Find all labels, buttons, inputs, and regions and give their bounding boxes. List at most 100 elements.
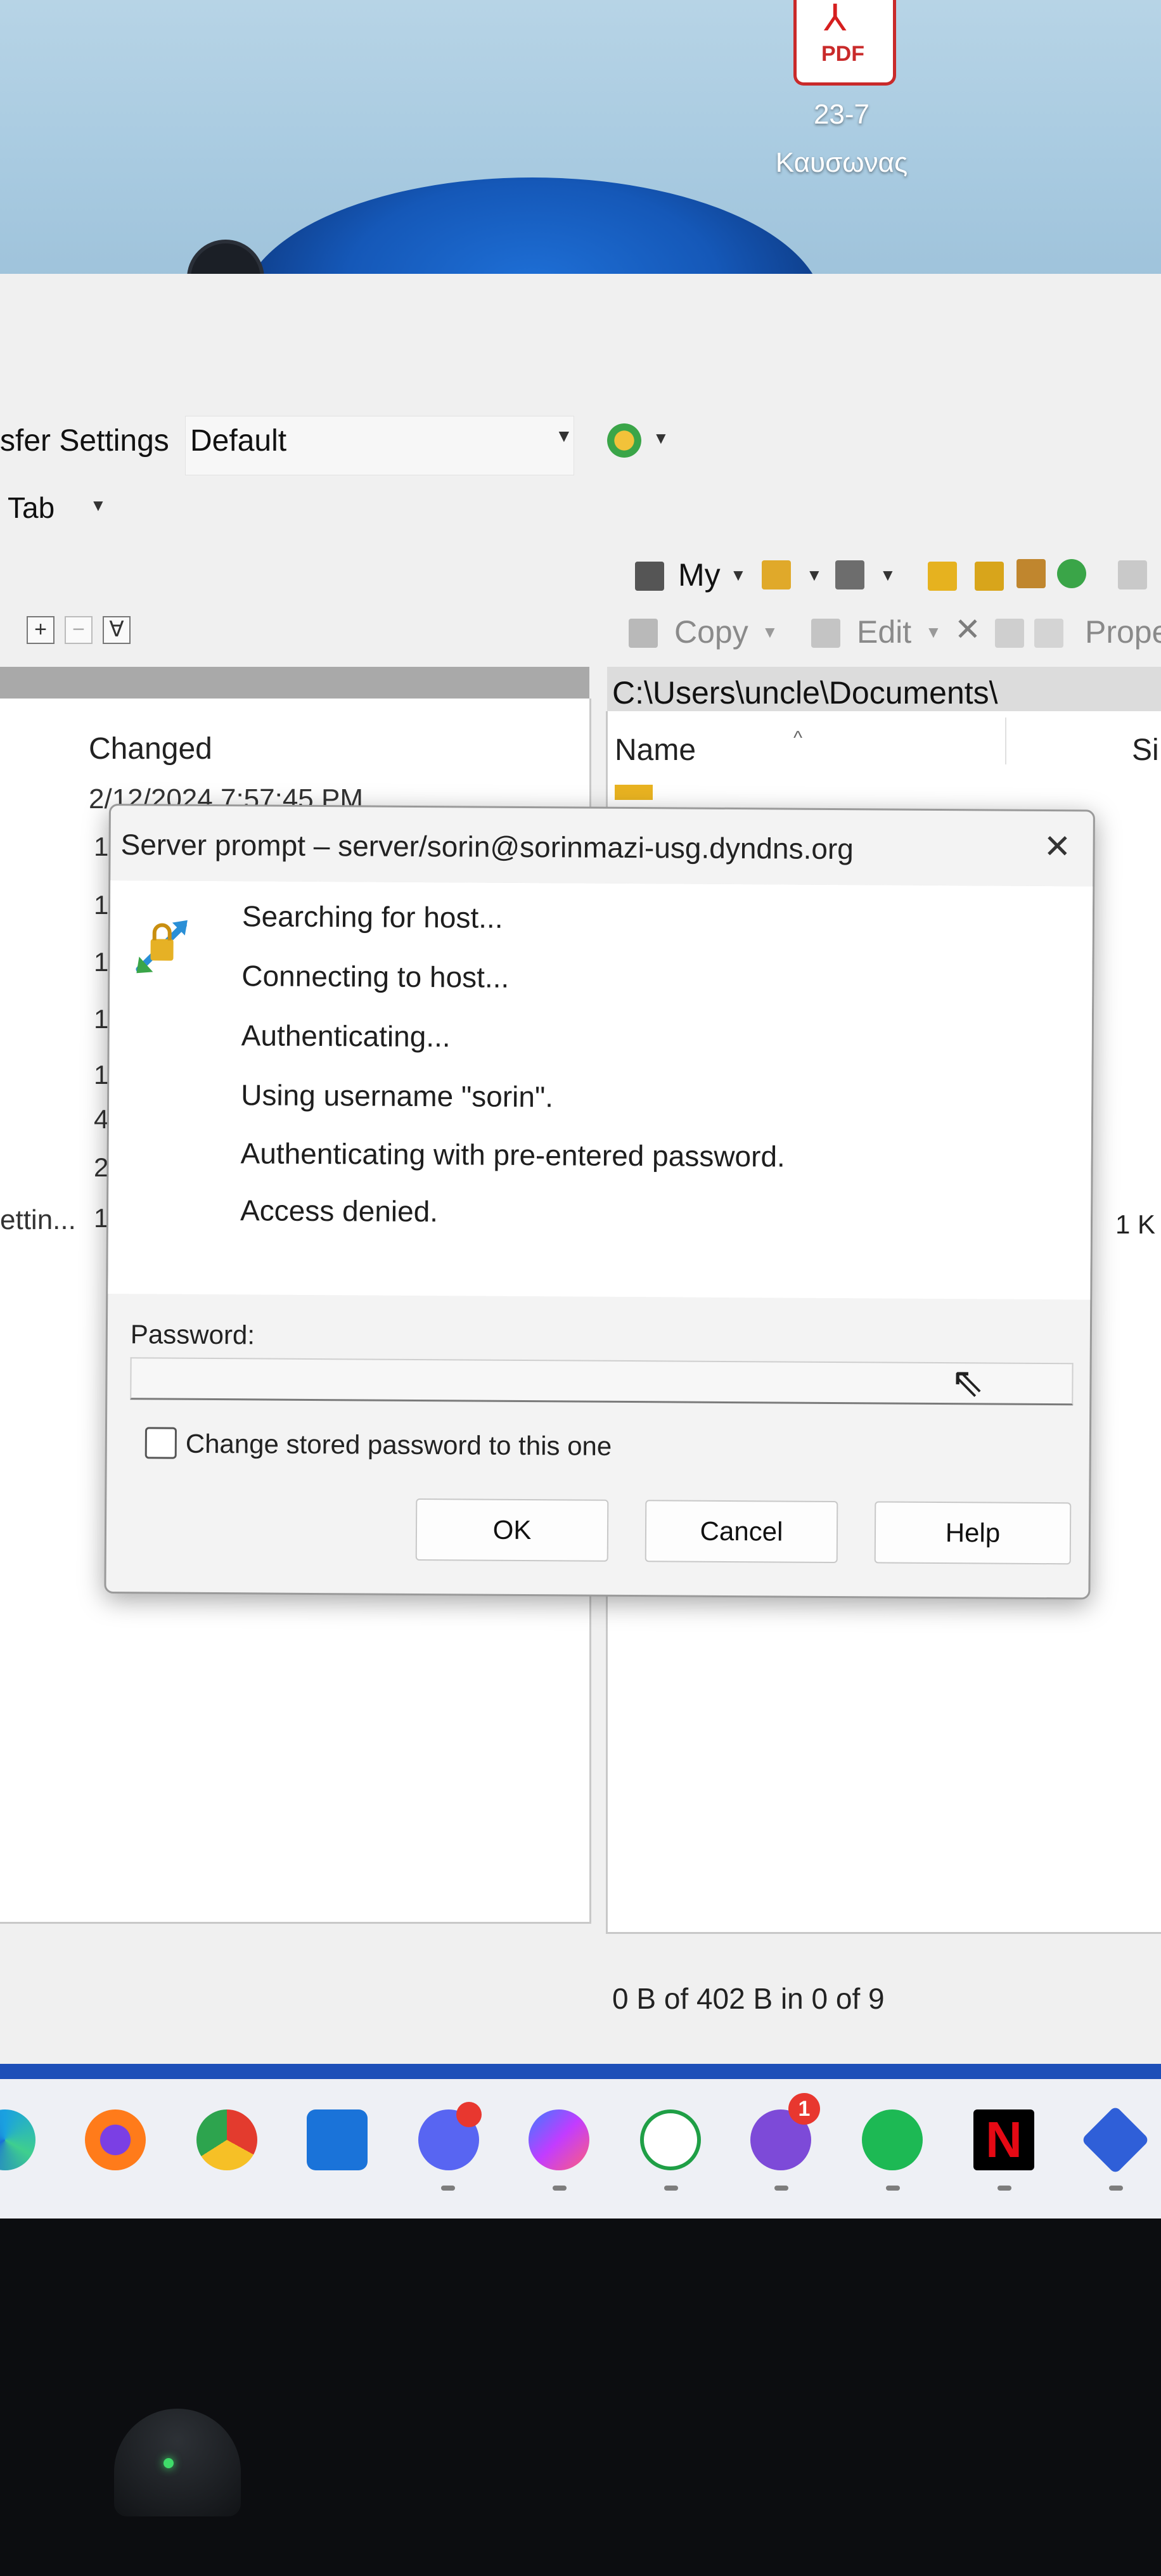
change-password-checkbox[interactable] xyxy=(144,1427,177,1459)
column-header-size[interactable]: Si xyxy=(1132,733,1159,768)
dialog-log-area: Searching for host... Connecting to host… xyxy=(108,880,1093,1300)
running-indicator xyxy=(1109,2186,1123,2191)
acrobat-icon: ⅄ xyxy=(824,0,847,39)
column-header-name[interactable]: Name xyxy=(615,733,696,768)
mouse-cursor-icon: ⇖ xyxy=(950,1359,985,1405)
messenger-icon[interactable] xyxy=(529,2109,589,2170)
log-message: Using username "sorin". xyxy=(241,1078,554,1114)
led-indicator xyxy=(164,2458,174,2468)
open-folder-icon[interactable] xyxy=(762,560,791,589)
copy-icon[interactable] xyxy=(629,619,658,648)
taskbar-border xyxy=(0,2064,1161,2079)
running-indicator xyxy=(774,2186,788,2191)
right-panel-toolbar-nav: My ▼ ▼ ▼ xyxy=(621,548,1161,605)
home-icon[interactable] xyxy=(1017,559,1046,588)
whatsapp-icon[interactable] xyxy=(640,2109,701,2170)
desktop-background: ⅄ PDF 23-7 Καυσωνας xyxy=(0,0,1161,279)
chevron-down-icon[interactable]: ▼ xyxy=(880,565,896,585)
drive-select-label[interactable]: My xyxy=(678,557,721,593)
tab-menu-label[interactable]: Tab xyxy=(8,491,55,525)
running-indicator xyxy=(553,2186,567,2191)
log-message: Searching for host... xyxy=(241,899,503,934)
close-icon[interactable]: ✕ xyxy=(1043,828,1071,866)
filter-icon[interactable]: ∀ xyxy=(103,616,131,644)
chevron-down-icon[interactable]: ▼ xyxy=(762,622,778,642)
chevron-down-icon[interactable]: ▼ xyxy=(90,496,106,515)
viber-badge: 1 xyxy=(788,2093,820,2125)
dialog-titlebar[interactable]: Server prompt – server/sorin@sorinmazi-u… xyxy=(110,806,1093,887)
list-item-date: 1 xyxy=(94,832,109,861)
running-indicator xyxy=(441,2186,455,2191)
chevron-down-icon[interactable]: ▼ xyxy=(806,565,823,585)
log-message: Authenticating with pre-entered password… xyxy=(240,1137,785,1173)
desktop-icon-caption-line2: Καυσωνας xyxy=(775,147,908,178)
connection-lock-icon xyxy=(136,920,188,974)
transfer-settings-value[interactable]: Default xyxy=(190,423,286,458)
cancel-button[interactable]: Cancel xyxy=(645,1500,838,1564)
edit-icon[interactable] xyxy=(811,619,840,648)
transfer-settings-label: sfer Settings xyxy=(0,424,169,458)
find-files-icon[interactable] xyxy=(1118,560,1147,589)
right-panel-toolbar-actions: Copy ▼ Edit ▼ ✕ Prope xyxy=(621,606,1161,663)
list-item-date: 4 xyxy=(94,1104,109,1134)
running-indicator xyxy=(997,2186,1011,2191)
log-message: Connecting to host... xyxy=(241,959,510,994)
chevron-down-icon[interactable]: ▼ xyxy=(555,426,573,446)
help-button[interactable]: Help xyxy=(874,1501,1072,1565)
list-item-size: 1 K xyxy=(1115,1209,1156,1239)
spotify-icon[interactable] xyxy=(862,2109,923,2170)
edit-button[interactable]: Edit xyxy=(857,614,911,650)
parent-folder-icon[interactable] xyxy=(615,785,653,800)
media-player-icon[interactable] xyxy=(1081,2105,1150,2175)
list-item-date: 1 xyxy=(94,947,109,977)
password-label: Password: xyxy=(130,1319,255,1350)
store-icon[interactable] xyxy=(307,2109,368,2170)
change-password-checkbox-label[interactable]: Change stored password to this one xyxy=(186,1429,612,1462)
list-item-date: 1 xyxy=(94,890,109,920)
running-indicator xyxy=(886,2186,900,2191)
chevron-down-icon[interactable]: ▼ xyxy=(730,565,747,585)
properties-button[interactable]: Prope xyxy=(1085,614,1161,650)
rename-icon[interactable] xyxy=(995,619,1024,648)
log-message: Access denied. xyxy=(240,1194,439,1228)
column-divider[interactable] xyxy=(1005,718,1006,764)
globe-icon[interactable] xyxy=(187,240,264,279)
delete-icon[interactable]: ✕ xyxy=(954,611,981,648)
list-item-date: 1 xyxy=(94,1060,109,1090)
collapse-icon[interactable]: − xyxy=(65,616,93,644)
windows-taskbar: 1 N xyxy=(0,2079,1161,2219)
log-message: Authenticating... xyxy=(241,1019,451,1053)
synchronize-icon[interactable] xyxy=(607,423,641,458)
status-bar-selection-info: 0 B of 402 B in 0 of 9 xyxy=(612,1982,885,2015)
sort-ascending-icon: ^ xyxy=(793,728,803,749)
chrome-icon[interactable] xyxy=(196,2109,257,2170)
notification-badge-icon xyxy=(456,2102,482,2127)
wallpaper-swirl xyxy=(241,177,824,279)
column-header-changed[interactable]: Changed xyxy=(89,731,212,766)
password-field[interactable] xyxy=(130,1357,1074,1406)
chevron-down-icon[interactable]: ▼ xyxy=(925,622,942,642)
list-item-name[interactable]: ettin... xyxy=(0,1204,76,1236)
desktop-icon-caption-line1: 23-7 xyxy=(813,99,870,130)
root-folder-icon[interactable] xyxy=(975,562,1004,591)
drive-icon[interactable] xyxy=(635,562,664,591)
list-item-date: 1 xyxy=(94,1004,109,1034)
edge-icon[interactable] xyxy=(0,2109,35,2170)
expand-icon[interactable]: + xyxy=(27,616,55,644)
monitor-bezel xyxy=(0,2219,1161,2576)
dialog-title: Server prompt – server/sorin@sorinmazi-u… xyxy=(120,828,854,866)
properties-icon[interactable] xyxy=(1034,619,1063,648)
netflix-icon[interactable]: N xyxy=(973,2109,1034,2170)
chevron-down-icon[interactable]: ▼ xyxy=(653,428,669,448)
running-indicator xyxy=(664,2186,678,2191)
left-panel-path-bar[interactable] xyxy=(0,667,589,699)
ok-button[interactable]: OK xyxy=(415,1498,609,1562)
refresh-icon[interactable] xyxy=(1057,559,1086,588)
current-path[interactable]: C:\Users\uncle\Documents\ xyxy=(612,674,998,711)
filter-icon[interactable] xyxy=(835,560,864,589)
firefox-icon[interactable] xyxy=(85,2109,146,2170)
server-prompt-dialog: Server prompt – server/sorin@sorinmazi-u… xyxy=(104,804,1095,1600)
copy-button[interactable]: Copy xyxy=(674,614,748,650)
pdf-badge: PDF xyxy=(821,42,864,66)
parent-folder-icon[interactable] xyxy=(928,562,957,591)
